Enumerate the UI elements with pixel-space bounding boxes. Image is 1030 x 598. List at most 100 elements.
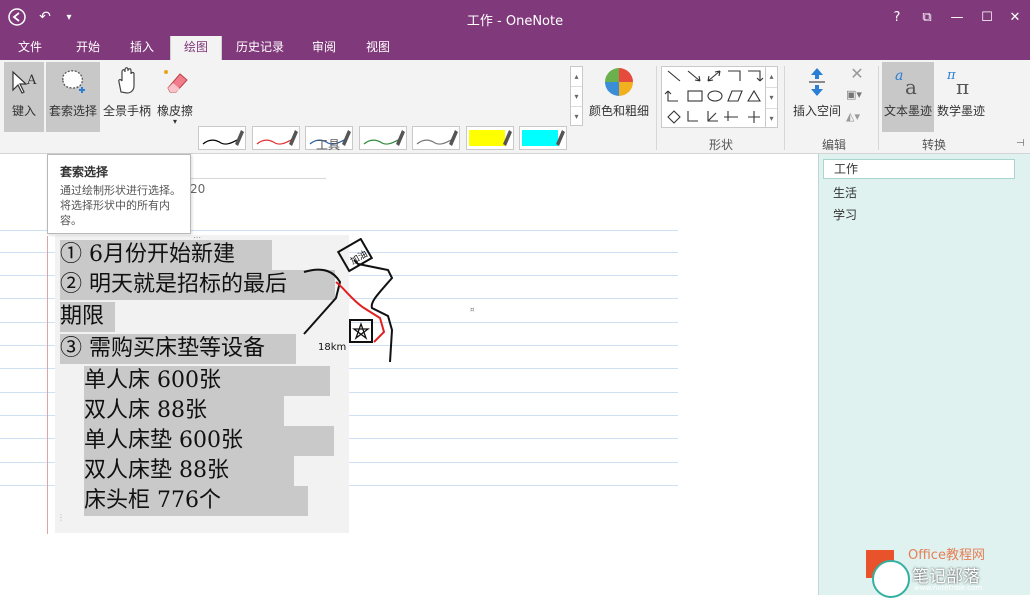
- shapes-down-icon[interactable]: ▾: [766, 88, 777, 109]
- shapes-grid: [664, 70, 764, 124]
- triangle-shape-icon: [747, 89, 761, 102]
- lasso-icon: [62, 70, 85, 93]
- tab-view[interactable]: 视图: [356, 36, 400, 60]
- pen-swatch[interactable]: [465, 126, 514, 150]
- margin-line: [47, 236, 48, 534]
- svg-text:π: π: [956, 75, 969, 96]
- ink-line[interactable]: 双人床 88张: [84, 396, 284, 426]
- tab-home[interactable]: 开始: [64, 36, 112, 60]
- type-label: 键入: [11, 104, 36, 118]
- tooltip-body: 通过绘制形状进行选择。将选择形状中的所有内容。: [60, 184, 181, 227]
- pen-icon: [502, 130, 512, 146]
- eraser-icon: [164, 70, 188, 93]
- pen-icon: [449, 130, 458, 146]
- pen-icon: [342, 130, 351, 146]
- shapes-group-label: 形状: [709, 138, 734, 152]
- delete-icon[interactable]: ✕: [846, 64, 868, 84]
- tab-history[interactable]: 历史记录: [228, 36, 292, 60]
- elbow-arrow-shape-icon: [748, 70, 764, 82]
- minimize-button[interactable]: —: [944, 6, 970, 28]
- watermark-url: www.notetribe.com: [914, 584, 983, 592]
- window-title: 工作 - OneNote: [466, 14, 564, 29]
- graph-2-shape-icon: [707, 111, 718, 122]
- elbow-shape-icon: [728, 70, 741, 81]
- ink-to-text-button[interactable]: a a 文本墨迹: [882, 62, 934, 132]
- maximize-button[interactable]: ☐: [974, 6, 1000, 28]
- pen-swatch[interactable]: [251, 126, 300, 150]
- plus-axis-shape-icon: [748, 111, 760, 123]
- svg-text:a: a: [905, 75, 917, 96]
- tab-insert[interactable]: 插入: [120, 36, 164, 60]
- arrow-shape-icon: [687, 70, 701, 82]
- pin-ribbon-icon[interactable]: ⊣: [1016, 138, 1025, 149]
- eraser-button[interactable]: 橡皮擦 ▾: [154, 62, 196, 132]
- panning-hand-button[interactable]: 全景手柄: [102, 62, 152, 132]
- road-right-icon: [353, 259, 394, 363]
- color-thickness-button[interactable]: 颜色和粗细: [586, 62, 652, 132]
- pen-icon: [288, 130, 298, 146]
- lasso-select-button[interactable]: 套索选择: [46, 62, 100, 132]
- tooltip-title: 套索选择: [60, 165, 109, 179]
- pen-swatch[interactable]: [198, 126, 246, 150]
- pages-pane: 工作 生活 学习: [818, 154, 1030, 595]
- shapes-more-icon[interactable]: ▾: [766, 109, 777, 129]
- cursor-marker: ¤: [470, 306, 475, 314]
- tab-file[interactable]: 文件: [8, 36, 52, 60]
- type-cursor-icon: A: [12, 70, 37, 94]
- arrange-icon[interactable]: ▣▾: [846, 88, 874, 108]
- pen-swatch[interactable]: [358, 126, 407, 150]
- pen-icon: [395, 130, 405, 146]
- gallery-down-icon[interactable]: ▾: [571, 87, 582, 107]
- ink-to-math-button[interactable]: π π 数学墨迹: [936, 62, 986, 132]
- type-button[interactable]: A 键入: [4, 62, 44, 132]
- hand-icon: [118, 67, 135, 94]
- tab-draw[interactable]: 绘图: [170, 36, 222, 60]
- page-item-life[interactable]: 生活: [833, 184, 857, 201]
- separator: [784, 66, 785, 150]
- tab-review[interactable]: 审阅: [302, 36, 346, 60]
- svg-text:A: A: [26, 73, 37, 88]
- ink-line[interactable]: 期限: [60, 302, 115, 332]
- shapes-scrollbar[interactable]: ▴ ▾ ▾: [765, 66, 778, 128]
- gallery-more-icon[interactable]: ▾: [571, 107, 582, 126]
- page-item-work[interactable]: 工作: [823, 159, 1015, 179]
- insert-space-button[interactable]: 插入空间: [790, 62, 844, 132]
- ribbon: A 键入 套索选择 全景手柄 橡皮擦 ▾ ▴ ▾ ▾ 颜色和粗细 工具 形状 插…: [0, 60, 1030, 184]
- ink-line[interactable]: ① 6月份开始新建: [60, 240, 272, 270]
- page-item-study[interactable]: 学习: [833, 206, 857, 223]
- separator: [656, 66, 657, 150]
- shapes-up-icon[interactable]: ▴: [766, 67, 777, 88]
- svg-text:π: π: [946, 68, 956, 83]
- pen-icon: [556, 130, 565, 146]
- ink-line[interactable]: 单人床 600张: [84, 366, 330, 396]
- eraser-dropdown-icon[interactable]: ▾: [154, 117, 196, 126]
- pen-swatch[interactable]: [519, 126, 567, 150]
- ink-line[interactable]: 单人床垫 600张: [84, 426, 334, 456]
- pen-icon: [235, 130, 244, 146]
- close-button[interactable]: ✕: [1002, 6, 1028, 28]
- svg-text:a: a: [895, 68, 903, 84]
- ink-line[interactable]: ③ 需购买床垫等设备: [60, 334, 296, 364]
- ribbon-display-button[interactable]: ⧉: [914, 6, 940, 28]
- rotate-icon[interactable]: ◭▾: [846, 110, 874, 130]
- axis-shape-icon: [664, 90, 678, 102]
- road-left-icon: [303, 268, 342, 335]
- insert-space-icon: [809, 68, 825, 96]
- ellipse-shape-icon: [707, 90, 723, 102]
- ink-line[interactable]: 床头柜 776个: [84, 486, 308, 516]
- rectangle-shape-icon: [687, 90, 703, 102]
- map-label-distance: 18km: [318, 342, 346, 353]
- parallelogram-shape-icon: [727, 90, 743, 102]
- ink-to-text-icon: a a: [895, 68, 917, 96]
- gallery-up-icon[interactable]: ▴: [571, 67, 582, 87]
- pen-gallery-scrollbar[interactable]: ▴ ▾ ▾: [570, 66, 583, 126]
- diamond-shape-icon: [667, 110, 681, 124]
- pen-swatch[interactable]: [412, 126, 460, 150]
- help-button[interactable]: ?: [884, 6, 910, 28]
- title-bar: ↶ ▾ 工作 - OneNote ? ⧉ — ☐ ✕: [0, 0, 1030, 36]
- double-arrow-shape-icon: [707, 70, 721, 82]
- container-resize-icon[interactable]: ⋮: [57, 513, 65, 522]
- ink-line[interactable]: 双人床垫 88张: [84, 456, 294, 486]
- watermark: Office教程网 笔记部落 www.notetribe.com: [866, 544, 1030, 598]
- ink-line[interactable]: ② 明天就是招标的最后: [60, 270, 335, 300]
